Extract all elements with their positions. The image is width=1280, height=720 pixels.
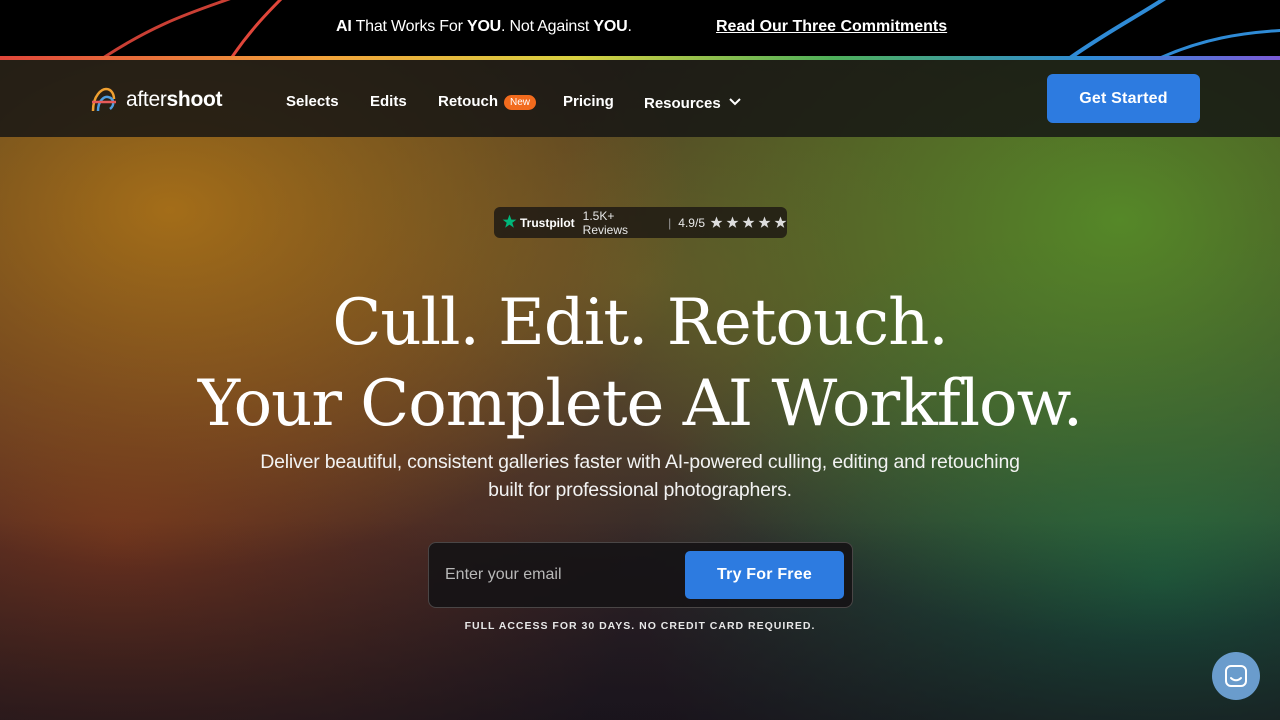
trustpilot-separator: | — [668, 215, 672, 230]
decorative-arcs — [103, 0, 1280, 56]
star-icon — [758, 216, 771, 228]
trial-note: FULL ACCESS FOR 30 DAYS. NO CREDIT CARD … — [464, 620, 816, 632]
logo-icon — [91, 87, 116, 112]
headline-line-1: Cull. Edit. Retouch. — [332, 286, 948, 360]
nav-retouch-label: Retouch — [438, 93, 498, 110]
trustpilot-badge[interactable]: Trustpilot 1.5K+ Reviews | 4.9/5 — [494, 207, 787, 238]
nav-retouch[interactable]: Retouch New — [438, 93, 537, 110]
nav-pricing[interactable]: Pricing — [563, 93, 614, 110]
main-nav: aftershoot Selects Edits Retouch New Pric… — [0, 60, 1280, 137]
signup-form: Try For Free — [428, 542, 853, 608]
nav-selects[interactable]: Selects — [286, 93, 339, 110]
chat-launcher-button[interactable] — [1212, 652, 1260, 700]
headline-line-2: Your Complete AI Workflow. — [197, 367, 1083, 441]
trustpilot-name: Trustpilot — [520, 215, 575, 230]
star-icon — [710, 216, 723, 228]
subtext-line-1: Deliver beautiful, consistent galleries … — [260, 451, 1020, 473]
subtext-line-2: built for professional photographers. — [488, 479, 792, 501]
logo[interactable]: aftershoot — [90, 87, 222, 113]
chat-icon — [1225, 665, 1247, 687]
star-icon — [774, 216, 787, 228]
hero-headline: Cull. Edit. Retouch. Your Complete AI Wo… — [0, 283, 1280, 445]
email-input[interactable] — [445, 561, 675, 589]
nav-resources[interactable]: Resources — [644, 93, 741, 112]
nav-resources-label: Resources — [644, 95, 721, 112]
star-icon — [742, 216, 755, 228]
trustpilot-star-icon — [502, 214, 517, 232]
commitments-link[interactable]: Read Our Three Commitments — [716, 18, 947, 36]
try-for-free-button[interactable]: Try For Free — [685, 551, 844, 599]
star-icon — [726, 216, 739, 228]
rating-stars — [710, 216, 787, 229]
announcement-bar: AI That Works For YOU. Not Against YOU. … — [0, 0, 1280, 56]
hero-subtext: Deliver beautiful, consistent galleries … — [0, 448, 1280, 504]
trustpilot-rating: 4.9/5 — [678, 215, 705, 230]
nav-edits[interactable]: Edits — [370, 93, 407, 110]
logo-wordmark: aftershoot — [126, 88, 223, 111]
announcement-message: AI That Works For YOU. Not Against YOU. — [336, 18, 632, 35]
chevron-down-icon — [729, 93, 741, 110]
new-badge: New — [504, 95, 537, 110]
get-started-button[interactable]: Get Started — [1047, 74, 1200, 123]
trustpilot-reviews: 1.5K+ Reviews — [582, 208, 629, 237]
